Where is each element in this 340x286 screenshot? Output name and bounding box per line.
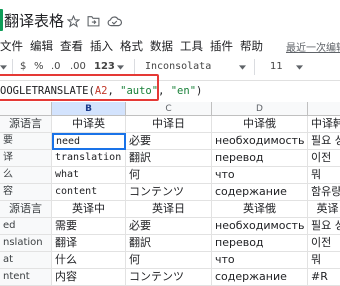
table-cell[interactable]: 翻译 — [52, 235, 126, 252]
table-cell[interactable]: 翻訳 — [126, 150, 212, 167]
table-cell[interactable]: 中译韩 — [308, 116, 340, 133]
increase-decimal-button[interactable]: .00 — [70, 61, 86, 72]
cloud-saved-icon[interactable] — [107, 15, 122, 27]
column-header-b[interactable]: B — [52, 102, 126, 116]
number-format-button[interactable]: 123 — [94, 61, 115, 72]
table-cell[interactable]: 何 — [126, 167, 212, 184]
table-cell[interactable]: 中译日 — [126, 116, 212, 133]
table-cell[interactable]: 함유량 — [308, 184, 340, 201]
table-cell[interactable]: 英译俄 — [212, 201, 308, 218]
toolbar-divider — [12, 59, 13, 75]
menu-format[interactable]: 格式 — [120, 38, 143, 54]
table-cell[interactable]: 内容 — [52, 269, 126, 286]
toolbar-divider — [134, 59, 135, 75]
table-cell[interactable]: необходимость — [212, 133, 308, 150]
table-cell[interactable]: 需要 — [52, 218, 126, 235]
menu-data[interactable]: 数据 — [150, 38, 173, 54]
menu-insert[interactable]: 插入 — [90, 38, 113, 54]
font-select[interactable]: Inconsolata — [145, 61, 211, 72]
decrease-decimal-button[interactable]: .0 — [51, 61, 61, 72]
table-cell[interactable]: 필요 성 — [308, 218, 340, 235]
table-cell[interactable]: translation — [52, 150, 126, 167]
title-bar: 翻译表格 — [0, 0, 340, 36]
table-cell[interactable]: 中译俄 — [212, 116, 308, 133]
table-cell[interactable]: 必要 — [126, 133, 212, 150]
table-cell[interactable]: コンテンツ — [126, 184, 212, 201]
table-cell[interactable]: content — [52, 184, 126, 201]
row-source-cell[interactable]: 么 — [0, 167, 52, 184]
table-cell[interactable]: 英译 — [308, 201, 340, 218]
table-cell[interactable]: 필요 성 — [308, 133, 340, 150]
row-source-cell[interactable]: 源语言 — [0, 201, 52, 218]
column-header-c[interactable]: C — [126, 102, 212, 116]
table-cell[interactable]: содержание — [212, 184, 308, 201]
formula-highlight-box — [0, 74, 159, 101]
number-format-arrow-icon[interactable] — [117, 65, 124, 70]
document-title[interactable]: 翻译表格 — [4, 13, 64, 29]
row-source-cell[interactable]: 容 — [0, 184, 52, 201]
table-cell[interactable]: необходимость — [212, 218, 308, 235]
table-cell[interactable]: 中译英 — [52, 116, 126, 133]
select-all-corner[interactable] — [0, 102, 52, 116]
table-cell[interactable]: 뭐 — [308, 167, 340, 184]
table-cell[interactable]: 뭐 — [308, 252, 340, 269]
percent-button[interactable]: % — [34, 61, 44, 72]
zoom-dropdown-arrow-icon[interactable] — [0, 65, 7, 70]
menu-addons[interactable]: 插件 — [210, 38, 233, 54]
row-source-cell[interactable]: ed — [0, 218, 52, 235]
table-cell[interactable]: コンテンツ — [126, 269, 212, 286]
row-source-cell[interactable]: nslation — [0, 235, 52, 252]
currency-button[interactable]: $ — [20, 61, 26, 72]
menu-view[interactable]: 查看 — [60, 38, 83, 54]
menu-tools[interactable]: 工具 — [180, 38, 203, 54]
table-cell[interactable]: 什么 — [52, 252, 126, 269]
row-source-cell[interactable]: 要 — [0, 133, 52, 150]
table-cell[interactable]: 이전 — [308, 235, 340, 252]
table-cell[interactable]: 英译中 — [52, 201, 126, 218]
table-cell[interactable]: 英译日 — [126, 201, 212, 218]
table-cell[interactable]: что — [212, 167, 308, 184]
row-source-cell[interactable]: at — [0, 252, 52, 269]
toolbar-divider — [254, 59, 255, 75]
menu-file[interactable]: 文件 — [0, 38, 23, 54]
sheets-logo-icon — [0, 9, 3, 31]
font-dropdown-icon[interactable] — [239, 65, 246, 70]
table-cell[interactable]: содержание — [212, 269, 308, 286]
table-cell[interactable]: что — [212, 252, 308, 269]
table-cell[interactable]: what — [52, 167, 126, 184]
column-header-e[interactable] — [308, 102, 340, 116]
table-cell[interactable]: #R — [308, 269, 340, 286]
font-size-select[interactable]: 11 — [270, 61, 283, 72]
font-size-dropdown-icon[interactable] — [296, 65, 303, 70]
table-cell[interactable]: перевод — [212, 150, 308, 167]
table-cell[interactable]: перевод — [212, 235, 308, 252]
table-cell[interactable]: 何 — [126, 252, 212, 269]
column-header-d[interactable]: D — [212, 102, 308, 116]
star-icon[interactable] — [67, 15, 80, 28]
move-to-folder-icon[interactable] — [87, 15, 100, 27]
menu-help[interactable]: 帮助 — [240, 38, 263, 54]
row-source-cell[interactable]: ntent — [0, 269, 52, 286]
table-cell[interactable]: 이전 — [308, 150, 340, 167]
last-edit-link[interactable]: 最近一次编辑是 — [286, 39, 340, 54]
table-cell[interactable]: 翻訳 — [126, 235, 212, 252]
active-cell[interactable]: need — [52, 133, 126, 150]
row-source-cell[interactable]: 源语言 — [0, 116, 52, 133]
menu-bar: 文件 编辑 查看 插入 格式 数据 工具 插件 帮助 最近一次编辑是 — [0, 36, 340, 54]
row-source-cell[interactable]: 译 — [0, 150, 52, 167]
menu-edit[interactable]: 编辑 — [30, 38, 53, 54]
table-cell[interactable]: 必要 — [126, 218, 212, 235]
